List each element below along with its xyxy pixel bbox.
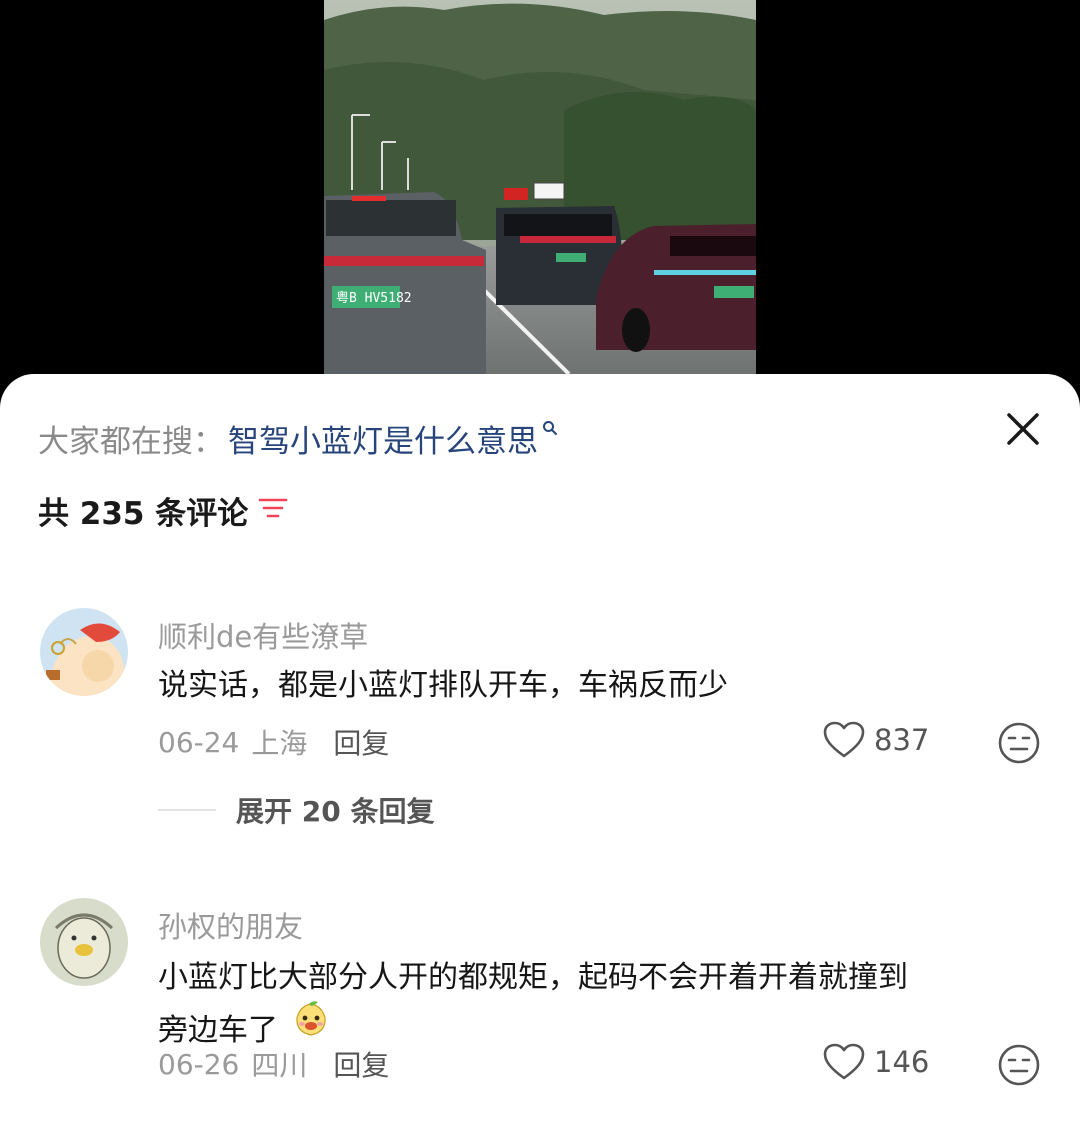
- close-icon: [1007, 413, 1039, 445]
- meh-face-icon: [998, 1044, 1040, 1086]
- comment-location: 四川: [251, 1049, 308, 1082]
- comment-text-line: 旁边车了: [158, 1013, 278, 1048]
- heart-icon: [823, 1043, 865, 1080]
- comment-meta: 06-24 上海 回复: [158, 722, 389, 762]
- comment-username[interactable]: 孙权的朋友: [158, 904, 303, 946]
- video-player[interactable]: 粤B HV5182: [0, 0, 1080, 400]
- comment-meta: 06-26 四川 回复: [158, 1044, 389, 1084]
- comment-text-line: 小蓝灯比大部分人开的都规矩，起码不会开着开着就撞到: [158, 960, 908, 995]
- search-suggestion-term[interactable]: 智驾小蓝灯是什么意思: [228, 416, 538, 461]
- dislike-button[interactable]: [996, 720, 1042, 766]
- search-suggestion-prefix: 大家都在搜：: [38, 423, 224, 460]
- svg-text:粤B HV5182: 粤B HV5182: [336, 290, 412, 306]
- heart-icon: [823, 721, 865, 758]
- sort-icon[interactable]: [258, 495, 288, 525]
- video-frame[interactable]: 粤B HV5182: [324, 0, 756, 374]
- comment-count: 共 235 条评论: [38, 495, 249, 532]
- comment-date: 06-24: [158, 725, 240, 759]
- comment-text: 说实话，都是小蓝灯排队开车，车祸反而少: [158, 668, 728, 703]
- avatar[interactable]: [40, 608, 128, 696]
- comment-sheet: 大家都在搜： 智驾小蓝灯是什么意思 共 235 条评论 顺利de有些潦草 说实话…: [0, 374, 1080, 1137]
- meh-face-icon: [998, 722, 1040, 764]
- comment-username[interactable]: 顺利de有些潦草: [158, 614, 368, 656]
- search-suggestion[interactable]: 大家都在搜： 智驾小蓝灯是什么意思: [38, 416, 558, 460]
- dislike-button[interactable]: [996, 1042, 1042, 1088]
- expand-replies-button[interactable]: 展开 20 条回复: [158, 790, 434, 830]
- comment-count-row: 共 235 条评论: [38, 488, 288, 532]
- avatar[interactable]: [40, 898, 128, 986]
- expand-divider: [158, 809, 216, 811]
- expand-replies-label: 展开 20 条回复: [236, 795, 435, 828]
- like-count: 837: [874, 723, 930, 757]
- comment-date: 06-26: [158, 1047, 240, 1081]
- comment-location: 上海: [251, 727, 308, 760]
- reply-button[interactable]: 回复: [333, 1044, 389, 1084]
- close-button[interactable]: [998, 404, 1048, 454]
- like-button[interactable]: 146: [822, 1042, 929, 1082]
- comment-item: 孙权的朋友 小蓝灯比大部分人开的都规矩，起码不会开着开着就撞到 旁边车了 06-…: [0, 896, 1080, 1137]
- like-button[interactable]: 837: [822, 720, 929, 760]
- video-scene-image: 粤B HV5182: [324, 0, 756, 374]
- search-icon[interactable]: [542, 420, 558, 440]
- reply-button[interactable]: 回复: [333, 722, 389, 762]
- like-count: 146: [874, 1045, 930, 1079]
- comment-item: 顺利de有些潦草 说实话，都是小蓝灯排队开车，车祸反而少 06-24 上海 回复…: [0, 606, 1080, 836]
